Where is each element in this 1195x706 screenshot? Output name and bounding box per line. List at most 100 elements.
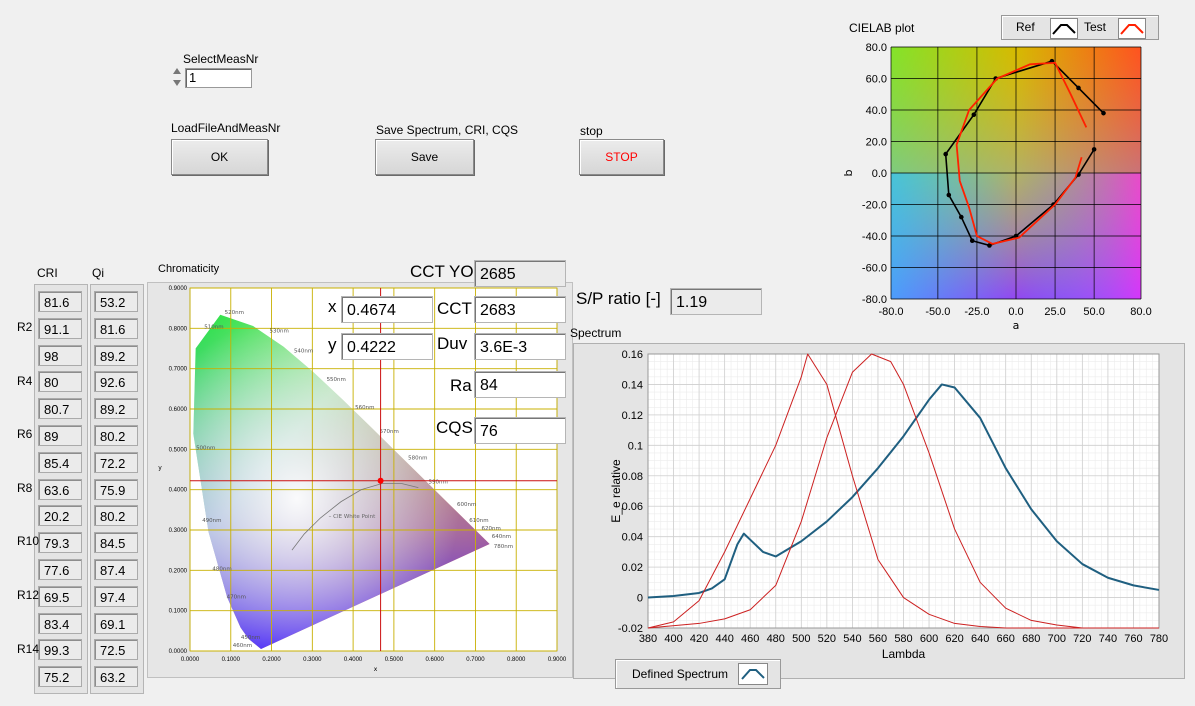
spectrum-x-tick: 520 [818, 633, 836, 645]
ok-button[interactable]: OK [171, 139, 268, 175]
spectrum-x-tick: 660 [997, 633, 1015, 645]
cri-value-cell: 75.2 [38, 666, 82, 688]
locus-label: 570nm [380, 429, 399, 435]
cri-row-label: R8 [17, 480, 33, 495]
chromaticity-title: Chromaticity [158, 263, 220, 275]
locus-label: 450nm [241, 635, 260, 641]
cielab-x-tick: 0.0 [1008, 306, 1023, 318]
spectrum-legend-icon [738, 663, 768, 685]
cct-label: CCT [437, 299, 472, 318]
spectrum-y-tick: 0.1 [628, 440, 643, 452]
cielab-title: CIELAB plot [849, 21, 915, 35]
spectrum-y-tick: 0.08 [622, 471, 643, 483]
spectrum-panel: 380 400 420 440 460 480 500 520 540 560 580 600 620 6… [573, 343, 1185, 679]
cct-yo-label: CCT YO [410, 262, 474, 281]
cri-header: CRI [37, 266, 58, 280]
cielab-x-tick: 25.0 [1044, 306, 1065, 318]
stepper-down-icon[interactable] [173, 80, 181, 86]
chroma-x-tick: 0.4000 [344, 657, 363, 663]
qi-value-cell: 69.1 [94, 612, 138, 634]
cielab-legend: Ref Test [1001, 15, 1159, 40]
locus-label: 600nm [457, 502, 476, 508]
qi-value-cell: 81.6 [94, 317, 138, 339]
stop-button[interactable]: STOP [579, 139, 664, 175]
x-coord-label: x [328, 297, 337, 316]
qi-value-cell: 84.5 [94, 532, 138, 554]
cri-value-cell: 89 [38, 425, 82, 446]
spectrum-x-tick: 720 [1073, 633, 1091, 645]
cri-value-cell: 69.5 [38, 585, 82, 607]
ref-point [959, 214, 964, 220]
spectrum-x-tick: 560 [869, 633, 887, 645]
cri-value-cell: 83.4 [38, 612, 82, 634]
cri-column: 81.6 91.1 98 80 80.7 89 85.4 63.6 20.2 79.3 77.6 69… [34, 284, 88, 694]
cielab-y-tick: 20.0 [866, 137, 887, 149]
ra-value: 84 [474, 371, 566, 398]
cielab-y-tick: -40.0 [862, 231, 887, 243]
locus-label: 530nm [269, 328, 288, 334]
cielab-y-tick: 80.0 [866, 42, 887, 54]
spectrum-x-tick: 580 [894, 633, 912, 645]
chroma-y-tick: 0.1000 [169, 609, 188, 615]
spectrum-x-tick: 480 [767, 633, 785, 645]
chroma-x-tick: 0.1000 [222, 657, 241, 663]
cri-value-cell: 91.1 [38, 317, 82, 339]
qi-value-cell: 89.2 [94, 344, 138, 366]
qi-header: Qi [92, 266, 104, 280]
cri-value-cell: 81.6 [38, 291, 82, 312]
cri-row-label: R4 [17, 373, 33, 388]
spectrum-x-tick: 420 [690, 633, 708, 645]
stepper-up-icon[interactable] [173, 68, 181, 74]
cielab-y-tick: -80.0 [862, 294, 887, 306]
spectrum-x-tick: 540 [843, 633, 861, 645]
locus-label: 550nm [327, 377, 346, 383]
chroma-y-tick: 0.2000 [169, 568, 188, 574]
locus-label: 610nm [469, 518, 488, 524]
locus-label: 620nm [482, 526, 501, 532]
ref-point [1091, 147, 1097, 152]
ref-point [1076, 85, 1081, 91]
qi-value-cell: 87.4 [94, 559, 138, 580]
ref-point [971, 112, 977, 118]
select-meas-label: SelectMeasNr [183, 52, 259, 66]
chroma-x-tick: 0.6000 [425, 657, 444, 663]
cri-value-cell: 77.6 [38, 559, 82, 580]
spectrum-y-tick: 0.02 [622, 562, 643, 574]
qi-value-cell: 97.4 [94, 585, 138, 607]
spectrum-x-label: Lambda [882, 647, 926, 661]
chroma-y-tick: 0.3000 [169, 528, 188, 534]
locus-label: 520nm [225, 310, 244, 316]
chroma-y-tick: 0.8000 [169, 326, 188, 332]
chroma-x-tick: 0.2000 [262, 657, 281, 663]
qi-value-cell: 53.2 [94, 291, 138, 312]
qi-value-cell: 80.2 [94, 505, 138, 527]
qi-value-cell: 72.2 [94, 451, 138, 473]
y-coord-label: y [328, 335, 337, 354]
spectrum-y-label: E_e relative [609, 459, 623, 523]
cielab-x-label: a [1013, 319, 1020, 332]
spectrum-y-tick: 0.14 [622, 379, 643, 391]
chroma-y-tick: 0.4000 [169, 488, 188, 494]
qi-value-cell: 89.2 [94, 398, 138, 420]
save-button[interactable]: Save [375, 139, 474, 175]
x-coord-value: 0.4674 [341, 296, 433, 323]
select-meas-input[interactable]: 1 [185, 68, 252, 88]
cri-value-cell: 80 [38, 371, 82, 393]
legend-ref-label: Ref [1016, 20, 1035, 34]
chroma-y-tick: 0.9000 [169, 286, 188, 292]
cielab-y-tick: 40.0 [866, 105, 887, 117]
chroma-x-tick: 0.7000 [466, 657, 485, 663]
locus-label: 780nm [494, 544, 513, 550]
cqs-label: CQS [436, 418, 473, 437]
spectrum-y-tick: 0.06 [622, 501, 643, 513]
spectrum-chart: 380 400 420 440 460 480 500 520 540 560 580 600 620 6… [609, 349, 1168, 661]
spectrum-x-tick: 680 [1022, 633, 1040, 645]
chroma-y-tick: 0.0000 [169, 649, 188, 655]
spectrum-x-tick: 440 [715, 633, 733, 645]
locus-label: 500nm [196, 445, 215, 451]
chroma-x-axis-label: x [374, 666, 378, 673]
chroma-y-axis-label: y [158, 465, 162, 472]
locus-label: 580nm [408, 455, 427, 461]
spectrum-x-tick: 640 [971, 633, 989, 645]
select-meas-stepper[interactable] [172, 67, 184, 89]
